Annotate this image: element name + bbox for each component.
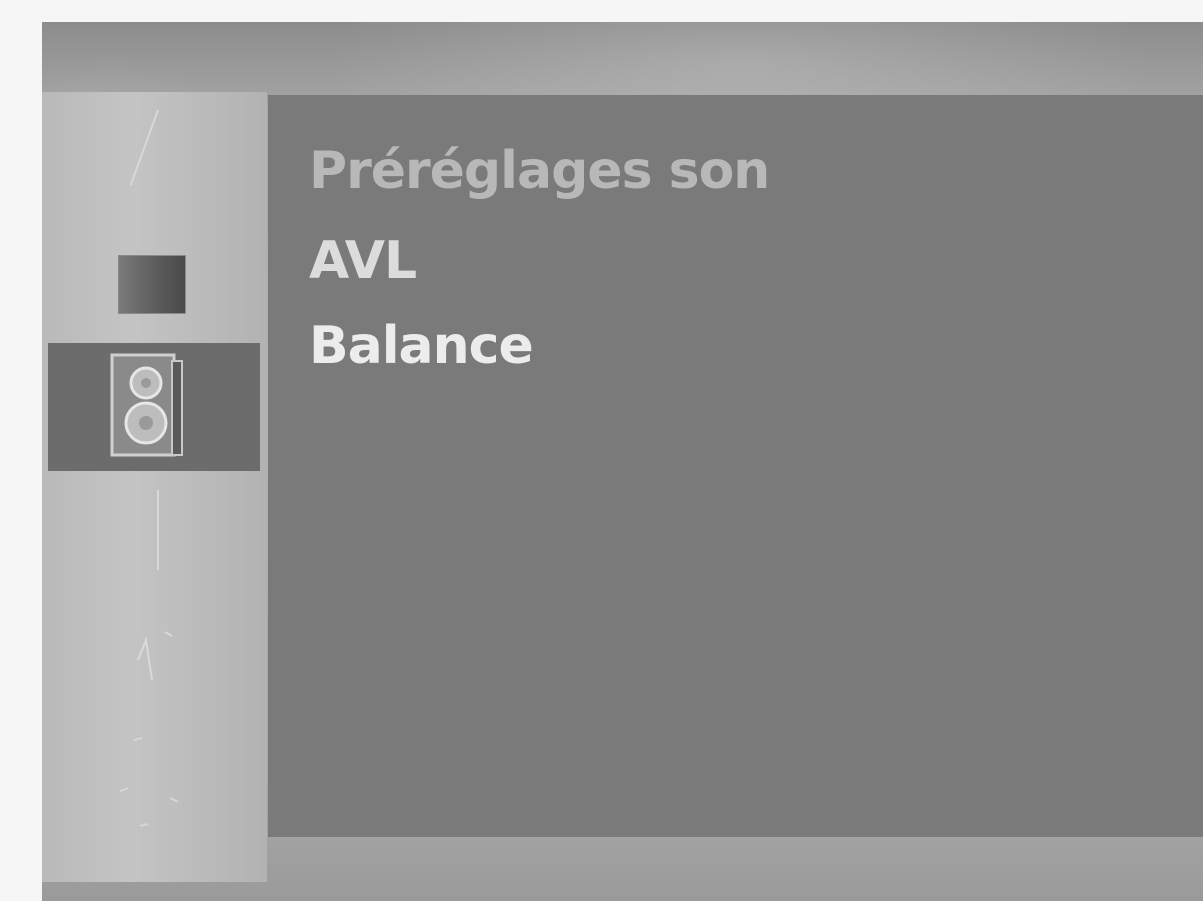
menu-item-balance[interactable]: Balance xyxy=(309,320,534,372)
picture-category-icon[interactable] xyxy=(118,255,186,314)
faint-sidebar-marks xyxy=(120,631,179,827)
sidebar-divider-bottom xyxy=(157,490,159,570)
menu-item-sound-presets[interactable]: Préréglages son xyxy=(309,145,770,197)
sound-menu-panel xyxy=(268,95,1203,837)
menu-item-avl[interactable]: AVL xyxy=(309,235,417,287)
speaker-icon[interactable] xyxy=(110,353,186,459)
